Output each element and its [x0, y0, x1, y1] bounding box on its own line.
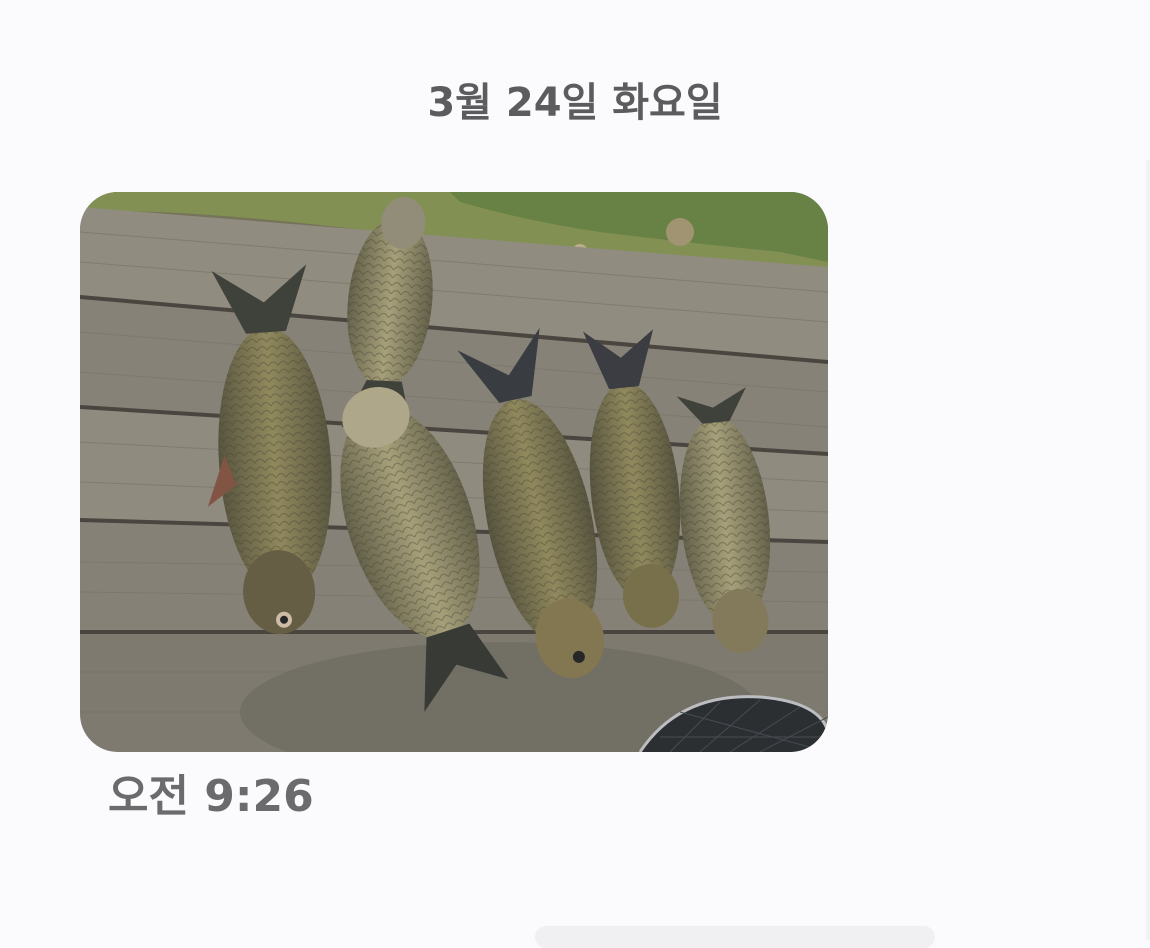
fish-catch-photo [80, 192, 828, 752]
message-input-bar-edge[interactable] [535, 926, 935, 948]
date-header: 3월 24일 화요일 [427, 80, 723, 126]
scrollbar-track [1146, 160, 1150, 940]
message-timestamp: 오전 9:26 [108, 771, 314, 822]
image-message[interactable] [80, 192, 828, 752]
